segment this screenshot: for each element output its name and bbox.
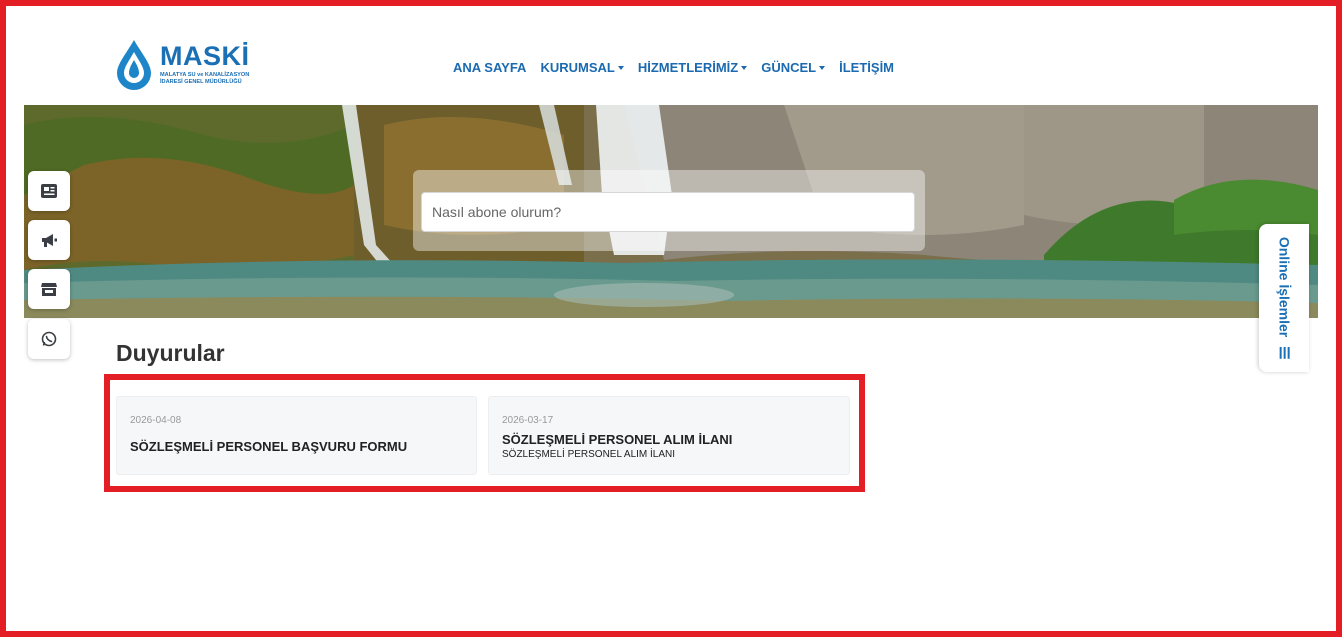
- newspaper-icon: [41, 184, 57, 198]
- nav-ana-sayfa[interactable]: ANA SAYFA: [453, 60, 526, 75]
- nav-hizmetlerimiz[interactable]: HİZMETLERİMİZ: [638, 60, 748, 75]
- online-islemler-label: Online İşlemler: [1276, 236, 1293, 338]
- search-input[interactable]: [421, 192, 915, 232]
- side-button-news[interactable]: [28, 171, 70, 211]
- nav-guncel[interactable]: GÜNCEL: [761, 60, 826, 75]
- whatsapp-icon: [41, 331, 57, 347]
- side-button-announcements[interactable]: [28, 220, 70, 260]
- main-nav: ANA SAYFA KURUMSAL HİZMETLERİMİZ GÜNCEL …: [453, 60, 894, 75]
- logo-title: MASKİ: [160, 40, 250, 71]
- menu-bars-icon: [1275, 347, 1291, 360]
- store-icon: [41, 283, 57, 296]
- online-islemler-tab[interactable]: Online İşlemler: [1259, 224, 1309, 372]
- logo-subtitle-1: MALATYA SU ve KANALİZASYON: [160, 71, 250, 78]
- nav-iletisim[interactable]: İLETİŞİM: [839, 60, 894, 75]
- section-title-duyurular: Duyurular: [116, 340, 225, 366]
- highlight-box: [104, 374, 865, 492]
- maski-logo[interactable]: MASKİ MALATYA SU ve KANALİZASYON İDARESİ…: [114, 38, 250, 90]
- caret-down-icon: [819, 66, 826, 70]
- megaphone-icon: [42, 234, 57, 247]
- highlight-frame: [0, 0, 1342, 637]
- water-drop-icon: [114, 38, 154, 90]
- caret-down-icon: [617, 66, 624, 70]
- hero-banner: [24, 105, 1318, 318]
- search-panel: [413, 170, 925, 251]
- caret-down-icon: [741, 66, 748, 70]
- side-button-whatsapp[interactable]: [28, 319, 70, 359]
- side-button-store[interactable]: [28, 269, 70, 309]
- nav-kurumsal[interactable]: KURUMSAL: [540, 60, 624, 75]
- logo-subtitle-2: İDARESİ GENEL MÜDÜRLÜĞÜ: [160, 78, 242, 85]
